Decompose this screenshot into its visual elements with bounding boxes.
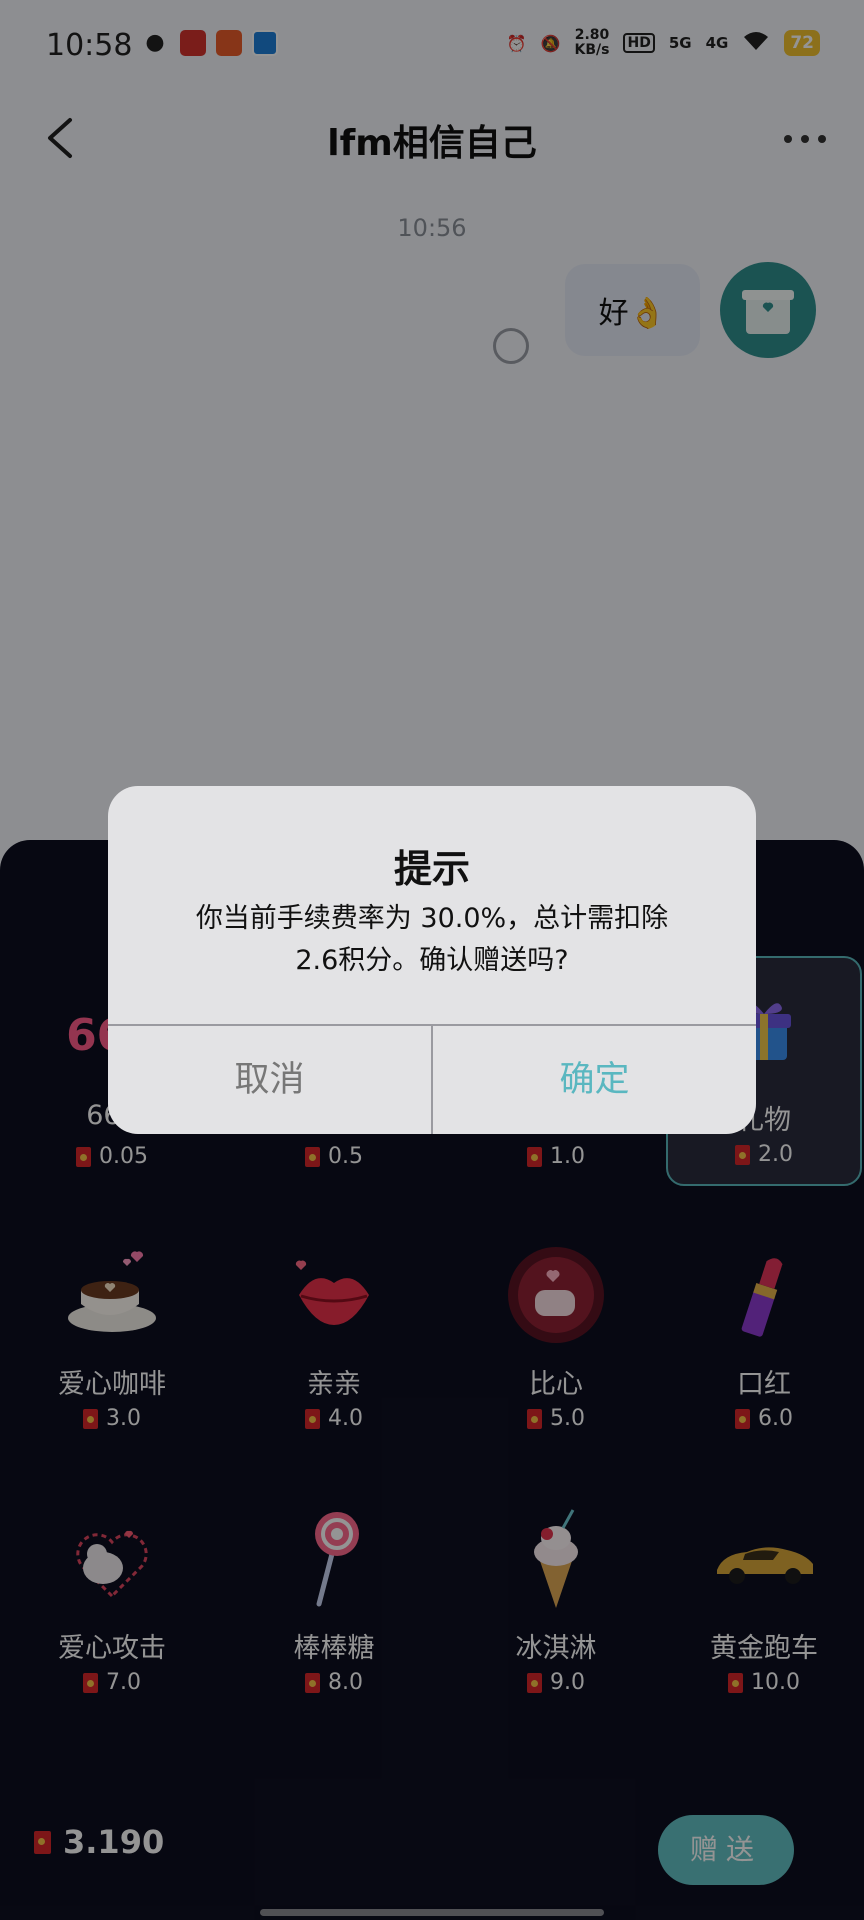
dialog-message: 你当前手续费率为 30.0%，总计需扣除 2.6积分。确认赠送吗?	[195, 903, 669, 976]
dialog-title: 提示	[393, 847, 470, 891]
confirm-dialog: 提示 你当前手续费率为 30.0%，总计需扣除 2.6积分。确认赠送吗? 取消 …	[108, 786, 756, 1134]
confirm-button[interactable]: 确定	[433, 1026, 756, 1134]
cancel-button[interactable]: 取消	[108, 1026, 431, 1134]
